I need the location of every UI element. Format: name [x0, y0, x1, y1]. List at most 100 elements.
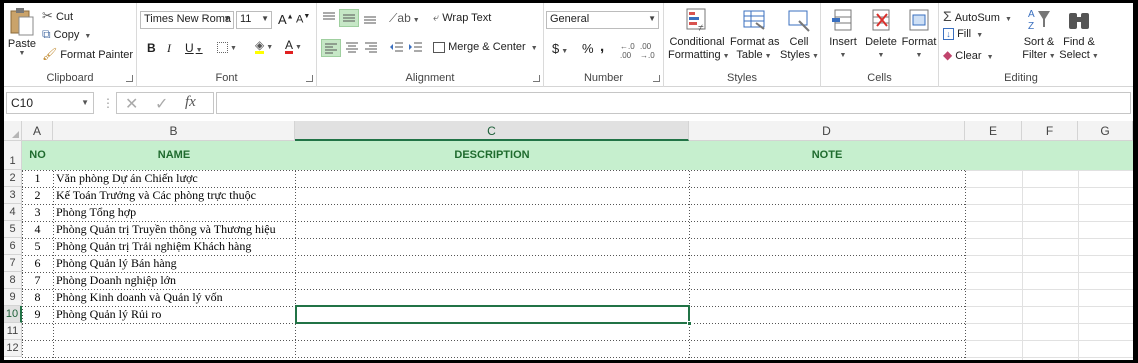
borders-button[interactable]: ▼ — [217, 41, 237, 53]
row-header-1[interactable]: 1 — [4, 141, 22, 170]
format-button[interactable]: Format ▼ — [901, 7, 937, 62]
merge-dropdown-icon[interactable]: ▼ — [531, 45, 538, 52]
cell-no[interactable]: 3 — [22, 204, 53, 221]
cell-name[interactable]: Văn phòng Dự án Chiến lược — [56, 170, 198, 187]
conditional-formatting-button[interactable]: ≠ Conditional Formatting ▼ — [668, 7, 730, 63]
select-all-corner[interactable] — [4, 121, 22, 141]
cell-name[interactable]: Phòng Quản lý Rủi ro — [56, 306, 161, 323]
row-header-8[interactable]: 8 — [4, 272, 22, 289]
header-cell-note[interactable]: NOTE — [689, 149, 965, 161]
cell-no[interactable]: 1 — [22, 170, 53, 187]
top-align-button[interactable] — [321, 11, 337, 28]
wrap-text-button[interactable]: ⤶ Wrap Text — [433, 12, 491, 25]
format-dropdown-icon[interactable]: ▼ — [901, 49, 937, 62]
align-center-button[interactable] — [344, 41, 360, 58]
percent-button[interactable]: % — [582, 41, 594, 56]
column-header-b[interactable]: B — [53, 121, 295, 141]
row-header-12[interactable]: 12 — [4, 340, 22, 357]
row-header-11[interactable]: 11 — [4, 323, 22, 340]
column-header-g[interactable]: G — [1078, 121, 1133, 141]
header-cell-name[interactable]: NAME — [53, 149, 295, 161]
cell-name[interactable]: Kế Toán Trưởng và Các phòng trực thuộc — [56, 187, 256, 204]
insert-function-icon[interactable]: fx — [185, 94, 196, 111]
comma-button[interactable]: , — [600, 38, 604, 55]
alignment-launcher-icon[interactable] — [533, 75, 540, 82]
increase-indent-button[interactable] — [408, 41, 424, 58]
cell-no[interactable]: 2 — [22, 187, 53, 204]
cell-no[interactable]: 9 — [22, 306, 53, 323]
merge-center-button[interactable]: Merge & Center ▼ — [433, 41, 538, 53]
formula-input[interactable] — [216, 92, 1131, 114]
column-header-d[interactable]: D — [689, 121, 965, 141]
cell-no[interactable]: 4 — [22, 221, 53, 238]
cell-name[interactable]: Phòng Kinh doanh và Quản lý vốn — [56, 289, 223, 306]
name-box[interactable]: C10 ▼ — [6, 92, 94, 114]
row-header-10[interactable]: 10 — [4, 306, 22, 323]
fill-handle[interactable] — [687, 321, 692, 326]
decrease-indent-button[interactable] — [389, 41, 405, 58]
cell-no[interactable]: 6 — [22, 255, 53, 272]
font-name-combo[interactable]: Times New Roma ▼ — [140, 11, 234, 29]
row-header-6[interactable]: 6 — [4, 238, 22, 255]
font-color-button[interactable]: A ▼ — [285, 39, 302, 54]
format-as-table-button[interactable]: Format as Table ▼ — [730, 7, 780, 63]
font-size-combo[interactable]: 11 ▼ — [236, 11, 272, 29]
delete-button[interactable]: Delete ▼ — [863, 7, 899, 62]
orientation-button[interactable]: ⟋ab ▼ — [389, 11, 420, 26]
format-painter-button[interactable]: 🖌 Format Painter — [42, 47, 133, 61]
insert-dropdown-icon[interactable]: ▼ — [825, 49, 861, 62]
align-right-button[interactable] — [363, 41, 379, 58]
cell-styles-button[interactable]: Cell Styles ▼ — [780, 7, 819, 63]
delete-dropdown-icon[interactable]: ▼ — [863, 49, 899, 62]
cut-button[interactable]: ✂ Cut — [42, 8, 73, 24]
italic-button[interactable]: I — [167, 41, 171, 56]
row-header-2[interactable]: 2 — [4, 170, 22, 187]
row-header-7[interactable]: 7 — [4, 255, 22, 272]
cell-name[interactable]: Phòng Doanh nghiệp lớn — [56, 272, 176, 289]
column-header-a[interactable]: A — [22, 121, 53, 141]
decrease-decimal-button[interactable]: .00 →.0 — [640, 42, 655, 60]
copy-button[interactable]: ⧉ Copy ▼ — [42, 27, 91, 42]
middle-align-button[interactable] — [339, 9, 359, 27]
header-cell-description[interactable]: DESCRIPTION — [295, 149, 689, 161]
underline-button[interactable]: U ▼ — [185, 41, 203, 55]
number-format-combo[interactable]: General ▼ — [546, 11, 659, 29]
copy-dropdown-icon[interactable]: ▼ — [84, 33, 91, 40]
enter-check-icon[interactable]: ✓ — [155, 94, 168, 114]
active-cell-selection[interactable] — [295, 305, 690, 324]
autosum-button[interactable]: Σ AutoSum ▼ — [943, 8, 1012, 24]
bold-button[interactable]: B — [147, 41, 156, 55]
row-header-4[interactable]: 4 — [4, 204, 22, 221]
increase-decimal-button[interactable]: ←.0.00 — [620, 42, 635, 60]
column-header-c[interactable]: C — [295, 121, 689, 141]
font-launcher-icon[interactable] — [306, 75, 313, 82]
clear-button[interactable]: ◆ Clear ▼ — [943, 48, 994, 62]
row-header-9[interactable]: 9 — [4, 289, 22, 306]
bottom-align-button[interactable] — [362, 11, 378, 28]
worksheet-grid[interactable]: A B C D E F G 1 2 3 4 5 6 7 8 9 10 11 12 NO NAME DESCRIPTION N… — [4, 121, 1133, 360]
cell-no[interactable]: 7 — [22, 272, 53, 289]
sort-filter-button[interactable]: A Z Sort & Filter ▼ — [1021, 7, 1057, 63]
currency-button[interactable]: $ ▼ — [552, 41, 568, 56]
fill-button[interactable]: ↓ Fill ▼ — [943, 28, 983, 40]
cell-name[interactable]: Phòng Tổng hợp — [56, 204, 136, 221]
cell-name[interactable]: Phòng Quản trị Trải nghiệm Khách hàng — [56, 238, 251, 255]
shrink-font-button[interactable]: A▼ — [296, 13, 310, 26]
chevron-down-icon[interactable]: ▼ — [81, 98, 89, 107]
grow-font-button[interactable]: A▲ — [278, 12, 294, 27]
align-left-button[interactable] — [321, 39, 341, 57]
cell-name[interactable]: Phòng Quản lý Bán hàng — [56, 255, 177, 272]
column-header-f[interactable]: F — [1022, 121, 1078, 141]
clipboard-launcher-icon[interactable] — [126, 75, 133, 82]
cell-no[interactable]: 8 — [22, 289, 53, 306]
row-header-3[interactable]: 3 — [4, 187, 22, 204]
cancel-icon[interactable]: ✕ — [125, 94, 138, 114]
insert-button[interactable]: Insert ▼ — [825, 7, 861, 62]
cell-no[interactable]: 5 — [22, 238, 53, 255]
row-header-5[interactable]: 5 — [4, 221, 22, 238]
header-cell-no[interactable]: NO — [22, 149, 53, 161]
find-select-button[interactable]: Find & Select ▼ — [1059, 7, 1099, 63]
fill-color-button[interactable]: ◈ ▼ — [255, 39, 273, 54]
paste-dropdown-icon[interactable]: ▼ — [6, 50, 38, 57]
column-header-e[interactable]: E — [965, 121, 1022, 141]
